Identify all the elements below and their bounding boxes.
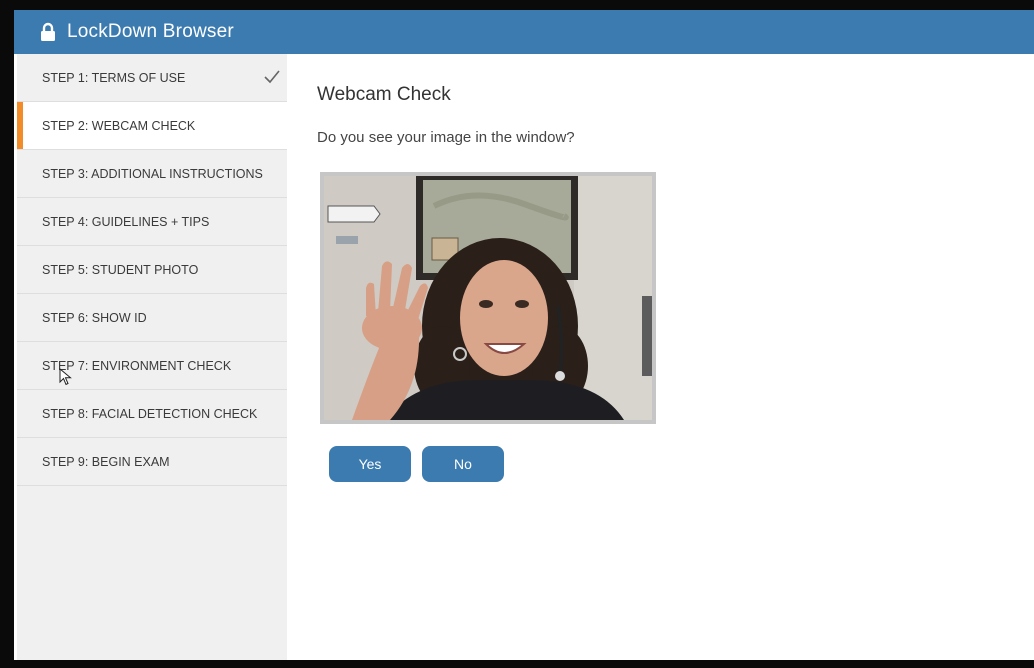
step-student-photo[interactable]: STEP 5: STUDENT PHOTO xyxy=(17,246,287,294)
step-label: STEP 5: STUDENT PHOTO xyxy=(42,262,199,277)
title-bar: LockDown Browser xyxy=(14,10,1034,54)
mouse-cursor-icon xyxy=(59,368,72,386)
step-label: STEP 2: WEBCAM CHECK xyxy=(42,118,196,133)
main-content: Webcam Check Do you see your image in th… xyxy=(317,54,1017,660)
step-webcam-check[interactable]: STEP 2: WEBCAM CHECK xyxy=(17,102,287,150)
app-title: LockDown Browser xyxy=(67,21,234,42)
app-window: LockDown Browser STEP 1: TERMS OF USE ST… xyxy=(14,10,1034,660)
step-label: STEP 3: ADDITIONAL INSTRUCTIONS xyxy=(42,166,263,181)
step-additional-instructions[interactable]: STEP 3: ADDITIONAL INSTRUCTIONS xyxy=(17,150,287,198)
step-label: STEP 6: SHOW ID xyxy=(42,310,147,325)
lock-icon xyxy=(40,21,58,43)
page-title: Webcam Check xyxy=(317,84,451,105)
step-show-id[interactable]: STEP 6: SHOW ID xyxy=(17,294,287,342)
step-terms-of-use[interactable]: STEP 1: TERMS OF USE xyxy=(17,54,287,102)
checkmark-icon xyxy=(264,70,280,84)
step-begin-exam[interactable]: STEP 9: BEGIN EXAM xyxy=(17,438,287,486)
no-button[interactable]: No xyxy=(422,446,504,482)
step-label: STEP 1: TERMS OF USE xyxy=(42,70,186,85)
step-label: STEP 9: BEGIN EXAM xyxy=(42,454,170,469)
steps-sidebar: STEP 1: TERMS OF USE STEP 2: WEBCAM CHEC… xyxy=(17,54,287,660)
webcam-question: Do you see your image in the window? xyxy=(317,129,575,146)
step-environment-check[interactable]: STEP 7: ENVIRONMENT CHECK xyxy=(17,342,287,390)
step-guidelines-tips[interactable]: STEP 4: GUIDELINES + TIPS xyxy=(17,198,287,246)
step-facial-detection-check[interactable]: STEP 8: FACIAL DETECTION CHECK xyxy=(17,390,287,438)
webcam-preview xyxy=(320,172,656,424)
yes-button[interactable]: Yes xyxy=(329,446,411,482)
step-label: STEP 8: FACIAL DETECTION CHECK xyxy=(42,406,258,421)
step-label: STEP 4: GUIDELINES + TIPS xyxy=(42,214,210,229)
